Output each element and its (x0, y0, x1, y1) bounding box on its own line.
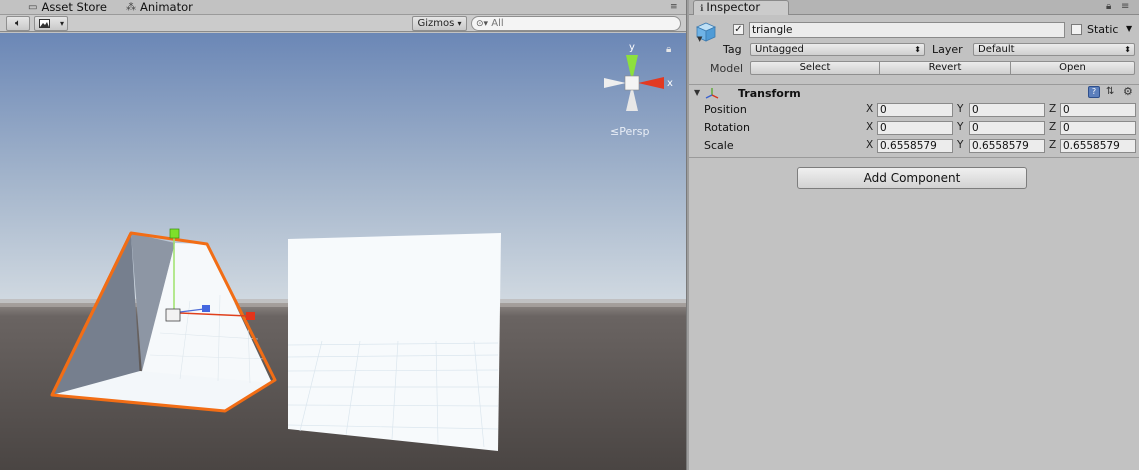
rotation-label: Rotation (704, 121, 751, 134)
tag-dropdown[interactable]: Untagged ⬍ (750, 43, 925, 56)
axis-z-label: Z (1049, 103, 1057, 115)
chevron-down-icon[interactable]: ▼ (697, 35, 702, 43)
model-select-button[interactable]: Select (750, 61, 880, 75)
object-name-field[interactable]: triangle (749, 22, 1065, 38)
layer-value: Default (978, 44, 1015, 55)
rotation-z-field[interactable]: 0 (1060, 121, 1136, 135)
gizmos-button[interactable]: Gizmos ▾ (412, 16, 467, 31)
x-axis-label: x (667, 78, 673, 89)
static-label: Static (1087, 23, 1119, 36)
inspector-panel: ℹ Inspector 🔒︎ ≡ ▼ ✓ triangle Static ▼ Ta… (689, 0, 1139, 470)
divider (689, 84, 1139, 85)
effects-toggle-button[interactable]: ▾ (34, 16, 68, 31)
projection-label: Persp (619, 125, 650, 138)
lock-icon[interactable]: 🔒︎ (666, 44, 671, 55)
updown-arrow-icon: ⬍ (1124, 45, 1131, 54)
center-handle[interactable] (165, 308, 181, 322)
scene-search-input[interactable] (491, 18, 662, 29)
tag-value: Untagged (755, 44, 804, 55)
transform-title: Transform (738, 87, 801, 100)
add-component-button[interactable]: Add Component (797, 167, 1027, 189)
chevron-left-icon: ≤ (610, 125, 620, 138)
active-checkbox[interactable]: ✓ (733, 24, 744, 35)
scene-render: y x (0, 33, 686, 470)
position-y-field[interactable]: 0 (969, 103, 1045, 117)
inspector-tab-label: Inspector (706, 0, 761, 14)
chevron-down-icon: ▾ (457, 19, 462, 28)
axis-z-label: Z (1049, 121, 1057, 133)
image-icon (39, 18, 50, 28)
panel-menu-icon[interactable]: ≡ (1121, 1, 1129, 12)
chevron-down-icon: ▾ (59, 19, 64, 28)
tab-animator-label: Animator (140, 0, 193, 14)
gear-icon[interactable]: ⚙ (1123, 85, 1133, 98)
rotation-y-field[interactable]: 0 (969, 121, 1045, 135)
rotation-x-field[interactable]: 0 (877, 121, 953, 135)
static-checkbox[interactable] (1071, 24, 1082, 35)
position-z-field[interactable]: 0 (1060, 103, 1136, 117)
audio-toggle-button[interactable]: 🔈︎ (6, 16, 30, 31)
position-label: Position (704, 103, 747, 116)
layer-label: Layer (932, 43, 963, 56)
axis-x-label: X (866, 121, 874, 133)
shopping-cart-icon: ▭ (28, 1, 38, 13)
x-axis-cap[interactable] (246, 312, 255, 320)
scene-viewport[interactable]: y x 🔒︎ ≤Persp (0, 33, 686, 470)
scale-z-field[interactable]: 0.6558579 (1060, 139, 1136, 153)
inspector-tab-bar: ℹ Inspector 🔒︎ ≡ (689, 0, 1139, 15)
axis-y-label: Y (957, 139, 964, 151)
scene-panel: ▭ Asset Store ⁂ Animator ≡ 🔈︎ ▾ Gizmos ▾… (0, 0, 686, 470)
lock-icon[interactable]: 🔒︎ (1106, 1, 1111, 12)
divider (689, 157, 1139, 158)
axis-x-label: X (866, 139, 874, 151)
info-icon: ℹ (700, 4, 704, 14)
tab-inspector[interactable]: ℹ Inspector (693, 0, 789, 15)
panel-menu-icon[interactable]: ≡ (670, 2, 678, 12)
projection-toggle[interactable]: ≤Persp (610, 125, 649, 138)
foldout-arrow-icon[interactable]: ▼ (694, 88, 700, 97)
z-axis-cap[interactable] (202, 305, 210, 312)
axis-y-label: Y (957, 121, 964, 133)
animator-icon: ⁂ (126, 1, 136, 13)
tab-asset-store-label: Asset Store (41, 0, 107, 14)
scale-label: Scale (704, 139, 734, 152)
axis-y-label: Y (957, 103, 964, 115)
tag-label: Tag (723, 43, 742, 56)
center-cube[interactable] (624, 75, 640, 91)
y-axis-cap[interactable] (169, 228, 180, 239)
static-dropdown-chevron-icon[interactable]: ▼ (1126, 24, 1132, 33)
white-plane[interactable] (287, 233, 501, 451)
axis-x-label: X (866, 103, 874, 115)
tab-asset-store[interactable]: ▭ Asset Store (28, 0, 107, 14)
transform-header[interactable]: ▼ Transform ? ⇅ ⚙ (689, 85, 1139, 102)
model-label: Model (710, 62, 744, 75)
transform-axes-icon (705, 88, 719, 99)
tab-animator[interactable]: ⁂ Animator (126, 0, 193, 14)
scale-x-field[interactable]: 0.6558579 (877, 139, 953, 153)
y-axis-label: y (629, 42, 635, 53)
scene-toolbar: 🔈︎ ▾ Gizmos ▾ ⊙▾ (0, 14, 686, 32)
help-book-icon[interactable]: ? (1088, 86, 1100, 98)
model-revert-button[interactable]: Revert (879, 61, 1011, 75)
speaker-icon: 🔈︎ (15, 18, 21, 29)
position-x-field[interactable]: 0 (877, 103, 953, 117)
search-icon: ⊙▾ (476, 19, 489, 29)
scale-y-field[interactable]: 0.6558579 (969, 139, 1045, 153)
axis-z-label: Z (1049, 139, 1057, 151)
preset-settings-icon[interactable]: ⇅ (1106, 86, 1114, 97)
layer-dropdown[interactable]: Default ⬍ (973, 43, 1135, 56)
scene-search-field[interactable]: ⊙▾ (471, 16, 681, 31)
gizmos-label: Gizmos (417, 18, 455, 29)
scene-tab-bar: ▭ Asset Store ⁂ Animator ≡ (0, 0, 686, 14)
model-open-button[interactable]: Open (1010, 61, 1135, 75)
updown-arrow-icon: ⬍ (914, 45, 921, 54)
